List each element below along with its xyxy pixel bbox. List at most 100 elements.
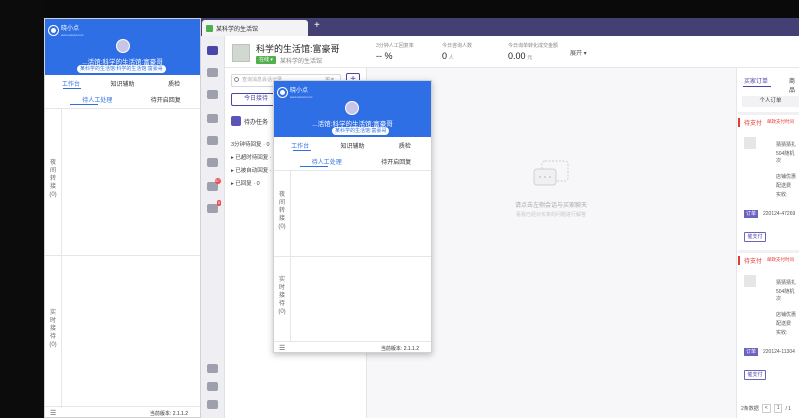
pending-tasks[interactable]: 待办任务 bbox=[231, 116, 268, 126]
logo-icon bbox=[49, 26, 58, 35]
stat-value: 0 bbox=[442, 51, 448, 61]
pager-prev-button[interactable]: < bbox=[761, 404, 771, 413]
brand-url: www.xiaoxd.com bbox=[61, 33, 84, 37]
expand-button[interactable]: 展开 ▾ bbox=[570, 48, 587, 57]
empty-chat-text: 请点击左侧会话与买家聊天 bbox=[514, 203, 587, 209]
calendar-badge: 67 bbox=[214, 178, 221, 184]
shop-pill: 某科学的生活馆:科学的生活馆:富豪哥 bbox=[77, 65, 166, 73]
order-line: 店铺优惠 bbox=[776, 312, 797, 318]
stat-consult: 今日咨询人数 0 人 bbox=[442, 42, 472, 61]
order-line: 配送费 bbox=[776, 183, 792, 189]
personal-orders-button[interactable]: 个人订单 bbox=[742, 96, 799, 107]
shop-avatar bbox=[232, 44, 250, 62]
divider bbox=[61, 108, 62, 408]
menu-icon[interactable]: ☰ bbox=[279, 344, 285, 352]
order-status-time: 邮政支付时间 bbox=[767, 257, 794, 262]
tab-quality[interactable]: 质检 bbox=[148, 79, 200, 88]
divider bbox=[274, 256, 431, 257]
version-text: 当前版本: 2.1.1.2 bbox=[380, 346, 419, 352]
tab-bar: 某科学的生活馆 + bbox=[200, 18, 799, 36]
stat-unit: 人 bbox=[448, 55, 454, 61]
stat-unit: 元 bbox=[527, 55, 533, 61]
order-line: 配送费 bbox=[776, 321, 792, 327]
menu-icon[interactable]: ☰ bbox=[50, 409, 56, 417]
order-status: 待支付 bbox=[744, 259, 763, 265]
status-marker bbox=[738, 256, 740, 265]
subtab-manual[interactable]: 待人工处理 bbox=[292, 157, 362, 166]
remind-pay-button[interactable]: 催支付 bbox=[744, 232, 766, 242]
plugin-footer: ☰ 当前版本: 2.1.1.2 bbox=[45, 406, 200, 417]
group-3min[interactable]: 3分钟待回复 · 0 bbox=[231, 140, 270, 148]
tab-workbench[interactable]: 工作台 bbox=[274, 141, 326, 150]
empty-chat-subtext: 看看已经对买家的问题进行解答 bbox=[515, 212, 586, 218]
menu-icon[interactable] bbox=[207, 400, 218, 409]
group-auto[interactable]: ▸ 已被自动回复 · 0 bbox=[231, 166, 276, 174]
subtab-reply[interactable]: 待开启回复 bbox=[132, 95, 201, 104]
search-icon bbox=[234, 77, 239, 82]
order-line: 504随机次 bbox=[776, 289, 795, 302]
tab-quality[interactable]: 质检 bbox=[379, 141, 431, 150]
tab-knowledge[interactable]: 知识辅助 bbox=[326, 141, 378, 150]
subtab-underline bbox=[70, 104, 98, 105]
stat-label: 今日咨询人数 bbox=[442, 43, 473, 49]
status-marker bbox=[738, 118, 740, 127]
new-tab-button[interactable]: + bbox=[314, 20, 320, 31]
shop-logo-icon bbox=[206, 24, 213, 32]
tab-shop[interactable]: 某科学的生活馆 bbox=[202, 20, 308, 36]
chart-icon[interactable] bbox=[207, 114, 218, 123]
shop-name: 科学的生活馆:富豪哥 bbox=[256, 44, 340, 54]
tab-underline bbox=[743, 86, 771, 87]
remind-pay-button[interactable]: 催支付 bbox=[744, 370, 766, 380]
plugin-panel-left: 晓小点 www.xiaoxd.com ...活馆:科学的生活馆:富豪哥 某科学的生… bbox=[44, 18, 201, 418]
desktop-background bbox=[0, 0, 44, 418]
megaphone-icon[interactable]: 5 bbox=[207, 200, 221, 213]
pager-total: 2条数据 bbox=[741, 406, 759, 412]
stat-label: 今日询单转化成交金额 bbox=[508, 43, 559, 49]
calendar-icon[interactable]: 67 bbox=[207, 178, 221, 191]
order-line: 504随机次 bbox=[776, 151, 795, 164]
shop-pill: 某科学的生活馆:富豪哥 bbox=[332, 127, 390, 135]
tab-workbench[interactable]: 工作台 bbox=[45, 79, 97, 88]
order-line: 猜猜猜扎 bbox=[776, 280, 797, 286]
order-number[interactable]: 220124-11304 bbox=[763, 349, 795, 355]
live-reception-label: 实时接待(0) bbox=[278, 277, 286, 315]
avatar bbox=[345, 101, 359, 115]
doc-icon[interactable] bbox=[207, 68, 218, 77]
chat-icon[interactable] bbox=[207, 46, 218, 55]
product-image bbox=[744, 275, 756, 287]
subtab-manual[interactable]: 待人工处理 bbox=[63, 95, 132, 104]
video-icon[interactable] bbox=[207, 364, 218, 373]
order-status: 待支付 bbox=[744, 121, 763, 127]
tab-goods[interactable]: 商品 bbox=[789, 76, 799, 94]
grid-icon[interactable] bbox=[207, 136, 218, 145]
tab-underline bbox=[293, 150, 311, 151]
tab-buyer-orders[interactable]: 买家订单 bbox=[744, 76, 768, 85]
status-dropdown[interactable]: 在线 ▾ bbox=[256, 56, 276, 64]
plugin-subtabs: 待人工处理 待开启回复 bbox=[45, 95, 200, 104]
order-tag: 订单 bbox=[744, 210, 759, 218]
subtab-reply[interactable]: 待开启回复 bbox=[362, 157, 432, 166]
pager-page-input[interactable]: 1 bbox=[773, 404, 783, 413]
product-image bbox=[744, 137, 756, 149]
tab-knowledge[interactable]: 知识辅助 bbox=[97, 79, 149, 88]
home-icon[interactable] bbox=[207, 382, 218, 391]
group-replied[interactable]: ▸ 已回复 · 0 bbox=[231, 179, 260, 187]
tab-title: 某科学的生活馆 bbox=[216, 26, 259, 33]
plugin-panel-floating: 晓小点 www.xiaoxd.com ...活馆:科学的生活馆:富豪哥 某科学的生… bbox=[273, 80, 432, 353]
plugin-tabs: 工作台 知识辅助 质检 bbox=[45, 79, 200, 88]
avatar bbox=[116, 39, 130, 53]
shield-icon[interactable] bbox=[207, 158, 218, 167]
order-number[interactable]: 220124-47269 bbox=[763, 211, 795, 217]
pagination: 2条数据 < 1 / 1 bbox=[741, 404, 791, 413]
pager-total-pages: / 1 bbox=[785, 405, 792, 412]
live-reception-label: 实时接待(0) bbox=[49, 310, 57, 348]
shop-sub-name: 某科学的生活馆 bbox=[280, 59, 323, 65]
stat-value: -- % bbox=[376, 51, 393, 61]
group-timeout[interactable]: ▸ 已超时待回复 · 0 bbox=[231, 153, 276, 161]
bag-icon[interactable] bbox=[207, 90, 218, 99]
order-card: 待支付 邮政支付时间 猜猜猜扎 504随机次 店铺优惠 配送费 实收: 订单 2… bbox=[738, 112, 799, 246]
plugin-subtabs: 待人工处理 待开启回复 bbox=[274, 157, 431, 166]
order-line: 店铺优惠 bbox=[776, 174, 797, 180]
order-line: 实收: bbox=[776, 330, 788, 336]
icon-sidebar: 67 5 bbox=[200, 36, 225, 418]
